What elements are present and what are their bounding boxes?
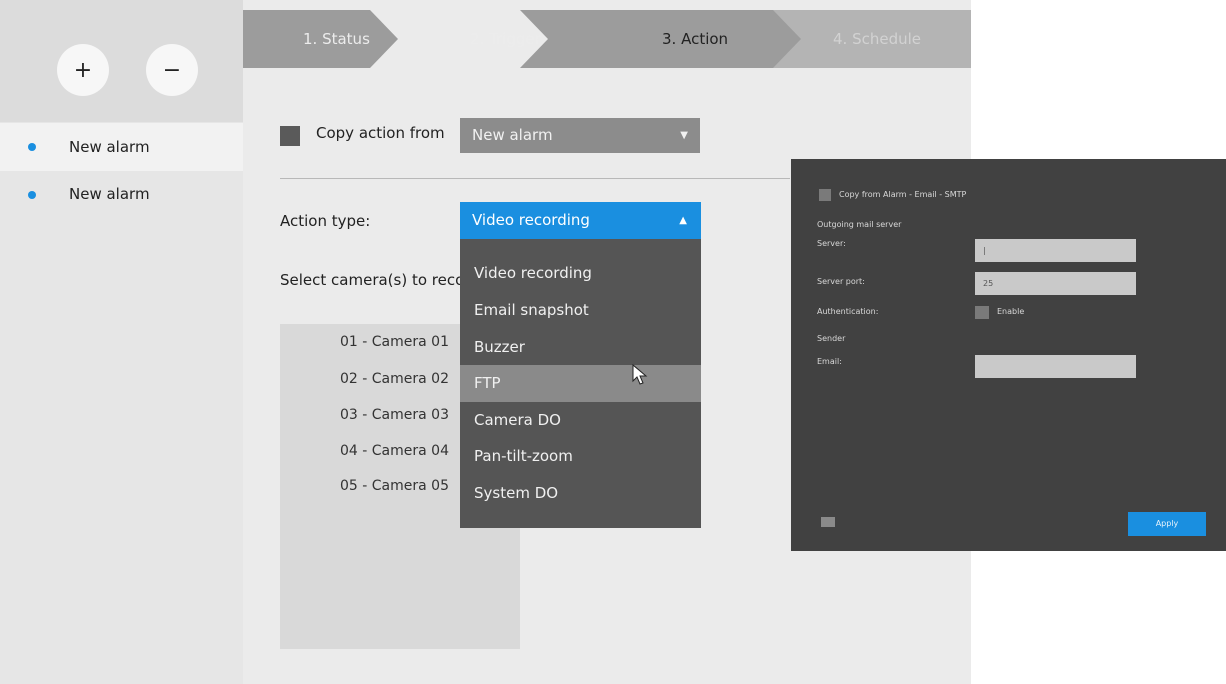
chevron-down-icon: ▼ — [680, 130, 688, 141]
action-type-label: Action type: — [280, 212, 371, 230]
alarm-list-item[interactable]: New alarm — [0, 171, 243, 219]
dropdown-option-system-do[interactable]: System DO — [460, 475, 701, 512]
authentication-enable-label: Enable — [997, 307, 1025, 316]
authentication-label: Authentication: — [817, 307, 879, 316]
copy-action-checkbox[interactable] — [280, 126, 300, 146]
copy-action-label: Copy action from — [316, 124, 445, 142]
action-type-dropdown: Video recording Email snapshot Buzzer FT… — [460, 239, 701, 528]
email-input[interactable] — [975, 355, 1136, 378]
status-dot-icon — [28, 143, 36, 151]
minus-icon: − — [162, 57, 182, 83]
chevron-up-icon: ▲ — [679, 215, 687, 226]
alarm-sidebar: + − New alarm New alarm — [0, 0, 243, 684]
tab-action[interactable]: 3. Action — [662, 10, 728, 68]
dropdown-option-video-recording[interactable]: Video recording — [460, 255, 701, 292]
server-label: Server: — [817, 239, 846, 248]
section-divider — [280, 178, 790, 179]
copy-action-value: New alarm — [472, 126, 553, 144]
copy-email-label: Copy from Alarm - Email - SMTP — [839, 190, 967, 199]
remove-alarm-button[interactable]: − — [146, 44, 198, 96]
copy-action-select[interactable]: New alarm ▼ — [460, 118, 700, 153]
status-dot-icon — [28, 191, 36, 199]
camera-list-item[interactable]: 02 - Camera 02 — [340, 371, 449, 387]
camera-list-item[interactable]: 01 - Camera 01 — [340, 334, 449, 350]
mouse-cursor-icon — [632, 364, 648, 385]
tab-status[interactable]: 1. Status — [303, 10, 370, 68]
server-port-label: Server port: — [817, 277, 865, 286]
action-type-value: Video recording — [472, 211, 590, 229]
tab-trigger[interactable]: 2. Trigger — [470, 10, 541, 68]
email-label: Email: — [817, 357, 842, 366]
camera-list-item[interactable]: 05 - Camera 05 — [340, 478, 449, 494]
apply-button[interactable]: Apply — [1128, 512, 1206, 536]
select-cameras-label: Select camera(s) to record — [280, 271, 460, 289]
sidebar-toolbar — [0, 0, 243, 122]
server-port-input[interactable]: 25 — [975, 272, 1136, 295]
action-type-select[interactable]: Video recording ▲ — [460, 202, 701, 239]
server-input[interactable]: | — [975, 239, 1136, 262]
camera-list-item[interactable]: 03 - Camera 03 — [340, 407, 449, 423]
alarm-list-item[interactable]: New alarm — [0, 123, 243, 171]
add-alarm-button[interactable]: + — [57, 44, 109, 96]
camera-list-item[interactable]: 04 - Camera 04 — [340, 443, 449, 459]
dropdown-option-pan-tilt-zoom[interactable]: Pan-tilt-zoom — [460, 438, 701, 475]
alarm-name: New alarm — [69, 185, 150, 203]
dropdown-option-camera-do[interactable]: Camera DO — [460, 402, 701, 439]
tab-schedule[interactable]: 4. Schedule — [833, 10, 921, 68]
dropdown-option-ftp[interactable]: FTP — [460, 365, 701, 402]
authentication-checkbox[interactable] — [975, 306, 989, 319]
sender-heading: Sender — [817, 334, 846, 343]
plus-icon: + — [73, 57, 93, 83]
outgoing-server-heading: Outgoing mail server — [817, 220, 902, 229]
email-settings-panel: Copy from Alarm - Email - SMTP Outgoing … — [791, 159, 1226, 551]
folder-icon[interactable] — [821, 517, 835, 527]
dropdown-option-email-snapshot[interactable]: Email snapshot — [460, 292, 701, 329]
alarm-name: New alarm — [69, 138, 150, 156]
copy-email-checkbox[interactable] — [819, 189, 831, 201]
dropdown-option-buzzer[interactable]: Buzzer — [460, 329, 701, 366]
